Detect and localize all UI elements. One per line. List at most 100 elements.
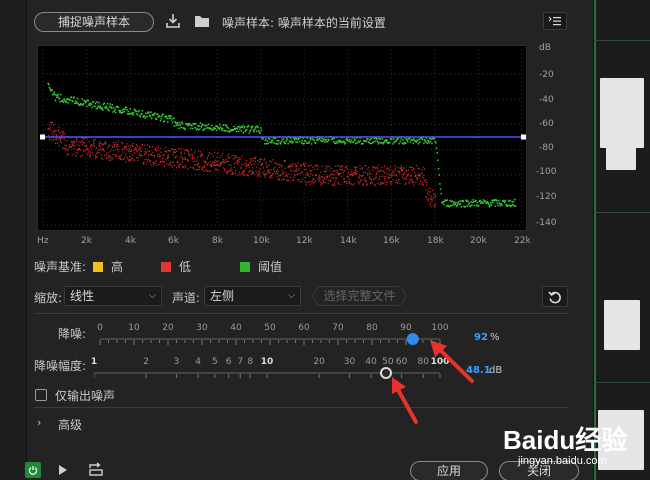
low-noise-point <box>356 166 358 168</box>
low-noise-point <box>328 175 330 177</box>
low-noise-point <box>240 158 242 160</box>
low-noise-point <box>62 147 64 149</box>
threshold-point <box>155 118 158 121</box>
loop-button[interactable] <box>88 462 104 479</box>
low-noise-point <box>101 149 103 151</box>
low-noise-point <box>273 170 276 172</box>
low-noise-point <box>90 148 93 150</box>
scale-select[interactable]: 线性 ⌵ <box>64 286 162 306</box>
open-noise-print-button[interactable] <box>192 12 212 30</box>
low-noise-point <box>313 181 315 184</box>
low-noise-point <box>272 172 274 174</box>
threshold-point <box>65 101 67 104</box>
low-noise-point <box>245 168 247 170</box>
low-noise-point <box>228 153 230 155</box>
watermark-brand: Baidu经验 <box>503 425 628 455</box>
low-noise-point <box>184 158 186 160</box>
low-noise-point <box>429 187 431 189</box>
low-noise-point <box>362 184 364 186</box>
low-noise-point <box>134 148 136 150</box>
threshold-point <box>398 142 400 145</box>
divider <box>34 407 568 408</box>
threshold-point <box>157 113 159 116</box>
threshold-point <box>239 128 241 131</box>
low-noise-point <box>160 151 162 153</box>
threshold-point <box>260 129 263 132</box>
low-noise-point <box>135 149 138 152</box>
save-noise-print-button[interactable] <box>163 12 183 30</box>
threshold-point <box>165 116 168 118</box>
low-noise-point <box>306 172 308 174</box>
threshold-point <box>173 125 176 127</box>
low-noise-point <box>359 174 361 176</box>
threshold-point <box>296 141 299 143</box>
low-noise-point <box>199 156 202 158</box>
select-entire-file-button[interactable]: 选择完整文件 <box>313 286 406 306</box>
low-noise-point <box>138 147 140 149</box>
threshold-point <box>72 100 74 103</box>
low-noise-point <box>415 181 417 183</box>
low-noise-point <box>67 148 69 150</box>
scale-label: 缩放: <box>34 291 63 305</box>
threshold-point <box>136 113 139 116</box>
threshold-point <box>253 130 255 133</box>
output-noise-only-checkbox[interactable] <box>35 389 47 401</box>
low-noise-point <box>353 173 355 175</box>
channel-select[interactable]: 左侧 ⌵ <box>204 286 301 306</box>
low-noise-point <box>116 146 118 148</box>
threshold-point <box>201 123 204 126</box>
freq-axis-label: 6k <box>168 236 179 246</box>
low-noise-point <box>405 176 408 178</box>
power-toggle-button[interactable] <box>25 462 41 478</box>
threshold-point <box>374 140 377 142</box>
reset-button[interactable] <box>542 286 568 307</box>
low-noise-point <box>391 174 393 176</box>
low-noise-point <box>374 166 376 168</box>
threshold-point <box>366 138 369 140</box>
threshold-point <box>106 107 108 109</box>
low-noise-point <box>360 175 362 177</box>
low-noise-point <box>153 154 156 157</box>
threshold-point <box>436 151 438 154</box>
low-noise-point <box>291 164 293 166</box>
low-noise-point <box>102 148 104 151</box>
advanced-section-toggle[interactable]: 高级 <box>58 416 82 433</box>
capture-noise-print-button[interactable]: 捕捉噪声样本 <box>34 12 154 32</box>
threshold-point <box>234 128 237 131</box>
noise-graph-plot[interactable] <box>37 45 527 231</box>
threshold-point <box>445 205 448 208</box>
threshold-point <box>405 142 407 145</box>
low-noise-point <box>278 166 280 168</box>
low-noise-point <box>269 171 271 174</box>
threshold-point <box>84 101 87 104</box>
low-noise-point <box>364 177 366 179</box>
threshold-point <box>512 203 514 206</box>
low-noise-point <box>238 161 240 163</box>
low-noise-point <box>368 170 370 173</box>
low-noise-point <box>324 182 326 184</box>
low-noise-point <box>328 170 331 172</box>
low-noise-floor-series <box>47 121 437 208</box>
low-noise-point <box>283 179 285 181</box>
low-noise-point <box>75 155 77 157</box>
low-noise-point <box>388 168 390 171</box>
play-button[interactable] <box>58 464 68 479</box>
chevron-right-icon[interactable]: › <box>37 416 41 429</box>
low-noise-point <box>295 168 298 170</box>
threshold-point <box>219 123 221 126</box>
threshold-point <box>314 142 317 144</box>
low-noise-point <box>333 174 335 176</box>
noise-reduction-slider[interactable] <box>94 330 454 350</box>
threshold-point <box>491 201 494 204</box>
low-noise-point <box>368 176 371 178</box>
low-noise-point <box>134 152 136 154</box>
low-noise-point <box>157 147 160 149</box>
panel-menu-button[interactable] <box>543 12 567 30</box>
apply-button[interactable]: 应用 <box>410 461 488 480</box>
low-noise-point <box>421 169 423 171</box>
threshold-point <box>96 101 98 103</box>
threshold-point <box>214 127 217 130</box>
threshold-point <box>512 200 515 203</box>
threshold-point <box>76 101 78 103</box>
low-noise-point <box>171 166 174 168</box>
